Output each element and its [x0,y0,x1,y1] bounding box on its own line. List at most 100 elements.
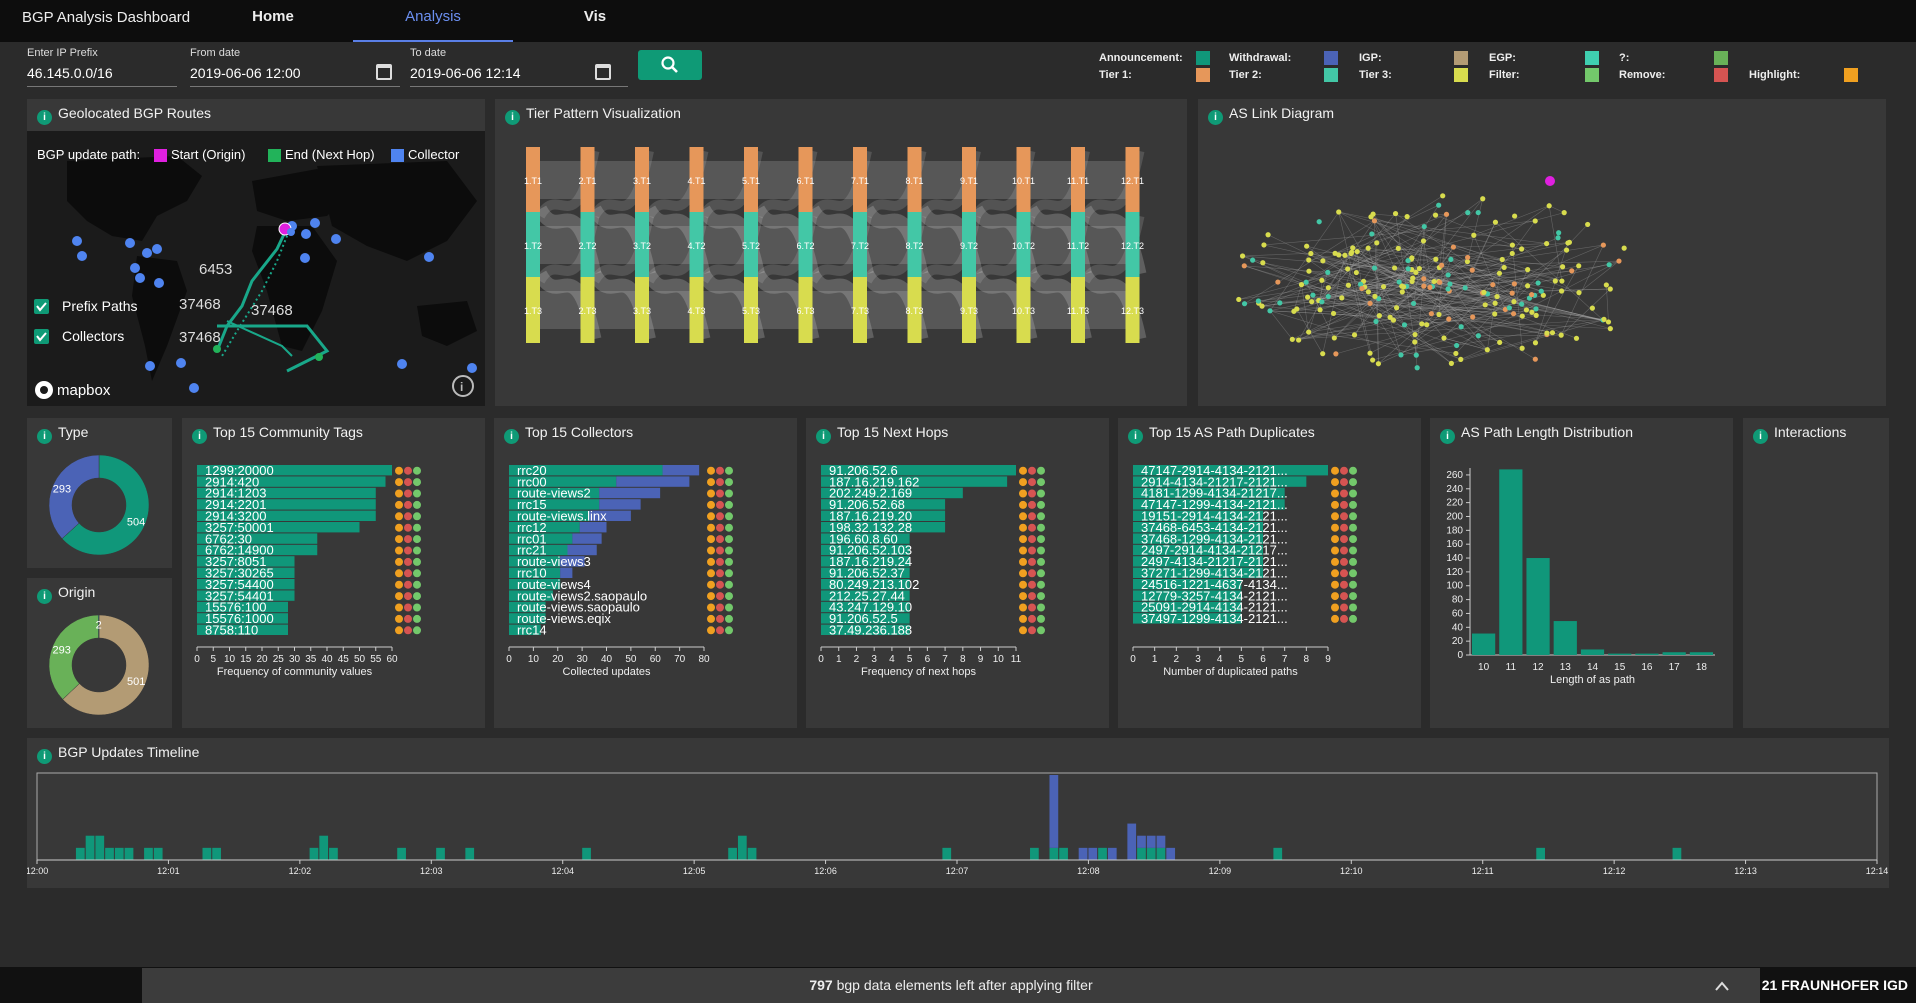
chevron-up-icon[interactable] [1714,980,1730,992]
as-node[interactable] [1345,266,1351,272]
remove-icon[interactable] [1340,489,1348,498]
as-node[interactable] [1525,283,1531,289]
as-node[interactable] [1544,330,1550,336]
as-node[interactable] [1367,300,1373,306]
as-node[interactable] [1410,300,1417,307]
remove-icon[interactable] [1340,466,1348,475]
highlight-icon[interactable] [1019,626,1027,635]
as-node[interactable] [1556,230,1562,236]
as-node[interactable] [1325,293,1331,300]
highlight-icon[interactable] [395,592,403,601]
info-icon[interactable]: i [37,110,52,125]
filter-icon[interactable] [413,500,421,509]
remove-icon[interactable] [716,592,724,601]
tab-home[interactable]: Home [228,0,318,42]
as-node[interactable] [1420,238,1427,244]
collector-dot[interactable] [125,238,135,248]
highlight-icon[interactable] [1019,569,1027,578]
highlight-icon[interactable] [395,500,403,509]
filter-icon[interactable] [1037,546,1045,555]
timeline-bar[interactable] [75,847,85,860]
remove-icon[interactable] [1340,500,1348,509]
as-node[interactable] [1544,240,1550,247]
timeline-bar[interactable] [728,847,737,860]
bar[interactable] [572,533,602,544]
as-node[interactable] [1511,299,1517,305]
timeline-bar[interactable] [747,847,757,860]
as-node[interactable] [1616,258,1622,264]
filter-icon[interactable] [1037,603,1045,612]
as-node[interactable] [1371,265,1378,271]
remove-icon[interactable] [1028,557,1036,566]
as-node[interactable] [1511,281,1517,287]
as-node[interactable] [1606,262,1612,268]
as-node[interactable] [1558,332,1564,338]
highlight-icon[interactable] [1019,603,1027,612]
remove-icon[interactable] [716,478,724,487]
as-node[interactable] [1255,298,1261,304]
filter-icon[interactable] [725,614,733,623]
as-node[interactable] [1465,254,1471,261]
filter-icon[interactable] [725,569,733,578]
as-node[interactable] [1399,289,1405,295]
highlight-icon[interactable] [395,478,403,487]
as-node[interactable] [1421,283,1427,289]
as-node[interactable] [1375,361,1382,367]
remove-icon[interactable] [1340,580,1348,589]
as-node[interactable] [1519,345,1525,351]
as-node[interactable] [1494,293,1500,300]
collector-dot[interactable] [189,383,199,393]
highlight-icon[interactable] [1331,592,1339,601]
collector-dot[interactable] [176,358,186,368]
as-node[interactable] [1433,256,1439,262]
as-node[interactable] [1559,278,1565,284]
timeline-bar[interactable] [153,847,163,860]
remove-icon[interactable] [716,626,724,635]
timeline-bar[interactable] [1137,847,1146,860]
origin-node[interactable] [1545,176,1555,186]
as-node[interactable] [1395,245,1401,251]
highlight-icon[interactable] [1331,614,1339,623]
timeline-bar[interactable] [319,835,329,860]
as-node[interactable] [1458,324,1464,330]
as-node[interactable] [1492,311,1498,317]
filter-icon[interactable] [725,466,733,475]
as-node[interactable] [1339,295,1345,301]
remove-icon[interactable] [404,580,412,589]
filter-icon[interactable] [1349,546,1357,555]
collector-dot[interactable] [300,253,310,263]
as-node[interactable] [1306,268,1312,274]
as-node[interactable] [1559,264,1566,270]
as-node[interactable] [1532,340,1539,346]
as-node[interactable] [1475,333,1482,339]
as-node[interactable] [1305,294,1311,300]
timeline-chart[interactable]: 12:00 12:01 12:02 12:03 12:04 12:05 12:06 12:07… [27,765,1889,885]
filter-icon[interactable] [413,603,421,612]
filter-icon[interactable] [413,580,421,589]
as-node[interactable] [1600,242,1606,248]
highlight-icon[interactable] [395,512,403,521]
remove-icon[interactable] [1028,603,1036,612]
timeline-bar[interactable] [1156,835,1166,848]
collector-dot[interactable] [467,363,477,373]
bar[interactable] [662,465,700,476]
as-node[interactable] [1236,296,1242,303]
collector-dot[interactable] [152,244,162,254]
filter-icon[interactable] [725,546,733,555]
filter-icon[interactable] [725,500,733,509]
as-node[interactable] [1289,336,1295,342]
timeline-bar[interactable] [114,847,124,860]
filter-icon[interactable] [1349,489,1357,498]
as-node[interactable] [1398,352,1404,358]
as-node[interactable] [1412,339,1418,345]
remove-icon[interactable] [404,546,412,555]
as-node[interactable] [1552,278,1558,284]
as-node[interactable] [1330,310,1337,317]
as-node[interactable] [1589,305,1595,311]
next-hop-marker[interactable] [315,353,323,361]
as-node[interactable] [1573,335,1580,341]
timeline-bar[interactable] [1059,847,1068,860]
info-icon[interactable]: i [505,110,520,125]
as-node[interactable] [1496,270,1503,276]
as-node[interactable] [1333,351,1339,357]
